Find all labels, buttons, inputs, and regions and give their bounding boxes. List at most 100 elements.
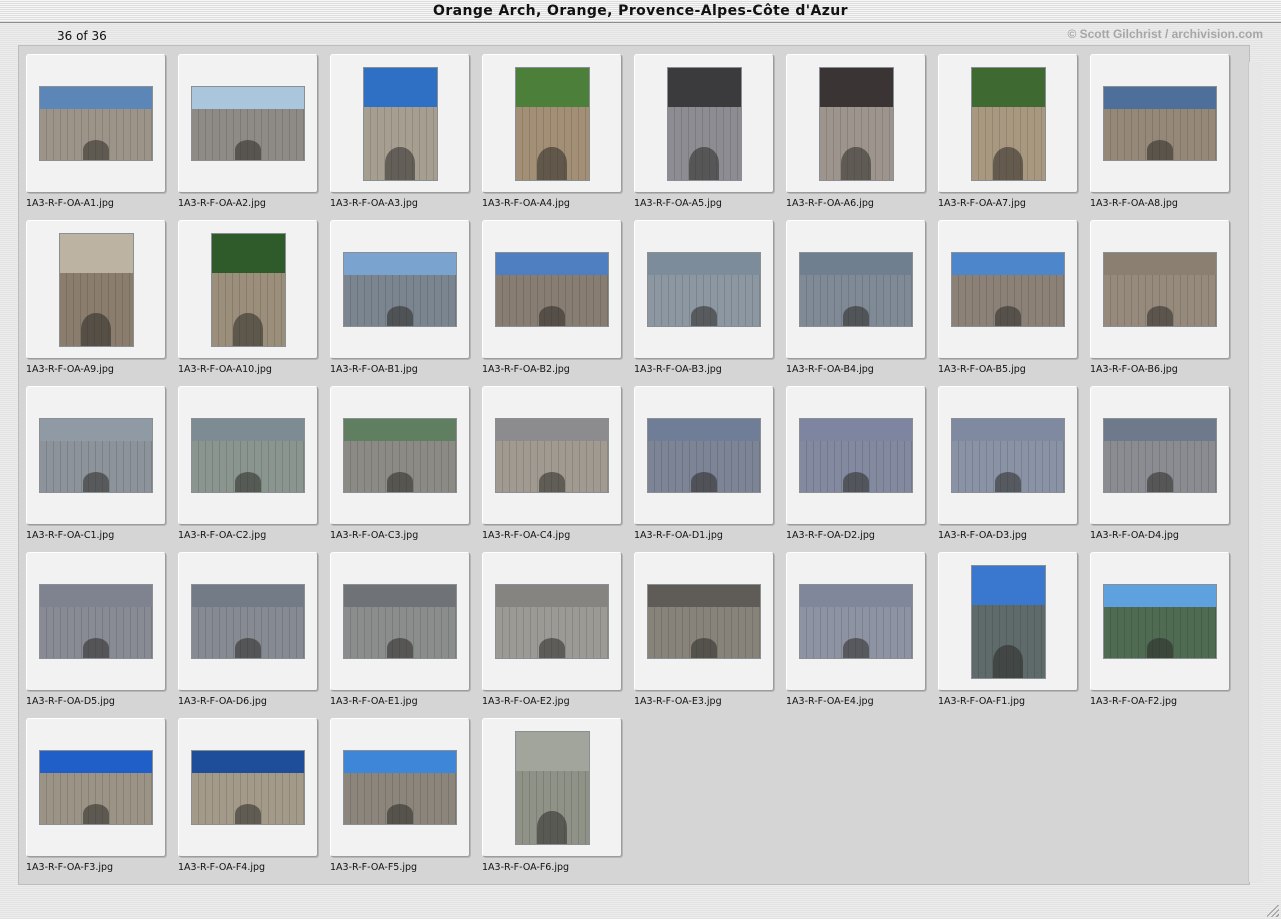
thumbnail-frame[interactable]	[482, 220, 622, 359]
thumbnail-frame[interactable]	[26, 552, 166, 691]
thumbnail-frame[interactable]	[1090, 386, 1230, 525]
thumbnail-image[interactable]	[191, 86, 305, 161]
thumbnail-frame[interactable]	[26, 54, 166, 193]
thumbnail-item[interactable]: 1A3-R-F-OA-F5.jpg	[330, 718, 482, 884]
thumbnail-item[interactable]: 1A3-R-F-OA-B4.jpg	[786, 220, 938, 386]
thumbnail-frame[interactable]	[482, 386, 622, 525]
thumbnail-frame[interactable]	[938, 220, 1078, 359]
thumbnail-frame[interactable]	[1090, 220, 1230, 359]
thumbnail-frame[interactable]	[330, 220, 470, 359]
thumbnail-image[interactable]	[343, 584, 457, 659]
thumbnail-item[interactable]: 1A3-R-F-OA-D1.jpg	[634, 386, 786, 552]
thumbnail-image[interactable]	[39, 86, 153, 161]
thumbnail-item[interactable]: 1A3-R-F-OA-A1.jpg	[26, 54, 178, 220]
thumbnail-image[interactable]	[343, 750, 457, 825]
thumbnail-item[interactable]: 1A3-R-F-OA-D4.jpg	[1090, 386, 1242, 552]
thumbnail-image[interactable]	[647, 584, 761, 659]
thumbnail-image[interactable]	[191, 584, 305, 659]
thumbnail-item[interactable]: 1A3-R-F-OA-F3.jpg	[26, 718, 178, 884]
thumbnail-item[interactable]: 1A3-R-F-OA-B1.jpg	[330, 220, 482, 386]
thumbnail-image[interactable]	[1103, 252, 1217, 327]
thumbnail-frame[interactable]	[634, 552, 774, 691]
thumbnail-item[interactable]: 1A3-R-F-OA-F1.jpg	[938, 552, 1090, 718]
thumbnail-image[interactable]	[343, 252, 457, 327]
thumbnail-image[interactable]	[39, 418, 153, 493]
thumbnail-image[interactable]	[799, 252, 913, 327]
thumbnail-frame[interactable]	[634, 386, 774, 525]
thumbnail-image[interactable]	[799, 418, 913, 493]
thumbnail-frame[interactable]	[786, 386, 926, 525]
thumbnail-item[interactable]: 1A3-R-F-OA-D2.jpg	[786, 386, 938, 552]
thumbnail-frame[interactable]	[330, 386, 470, 525]
thumbnail-frame[interactable]	[178, 386, 318, 525]
thumbnail-frame[interactable]	[482, 718, 622, 857]
thumbnail-image[interactable]	[514, 66, 590, 181]
thumbnail-frame[interactable]	[26, 386, 166, 525]
thumbnail-item[interactable]: 1A3-R-F-OA-A9.jpg	[26, 220, 178, 386]
thumbnail-item[interactable]: 1A3-R-F-OA-A7.jpg	[938, 54, 1090, 220]
thumbnail-frame[interactable]	[178, 220, 318, 359]
thumbnail-item[interactable]: 1A3-R-F-OA-C2.jpg	[178, 386, 330, 552]
thumbnail-image[interactable]	[970, 564, 1046, 679]
thumbnail-item[interactable]: 1A3-R-F-OA-A10.jpg	[178, 220, 330, 386]
thumbnail-item[interactable]: 1A3-R-F-OA-C3.jpg	[330, 386, 482, 552]
thumbnail-item[interactable]: 1A3-R-F-OA-E4.jpg	[786, 552, 938, 718]
thumbnail-image[interactable]	[1103, 418, 1217, 493]
thumbnail-item[interactable]: 1A3-R-F-OA-E2.jpg	[482, 552, 634, 718]
title-bar[interactable]: Orange Arch, Orange, Provence-Alpes-Côte…	[0, 0, 1281, 23]
thumbnail-frame[interactable]	[26, 718, 166, 857]
thumbnail-frame[interactable]	[1090, 552, 1230, 691]
thumbnail-image[interactable]	[514, 730, 590, 845]
thumbnail-item[interactable]: 1A3-R-F-OA-A2.jpg	[178, 54, 330, 220]
thumbnail-frame[interactable]	[938, 552, 1078, 691]
thumbnail-item[interactable]: 1A3-R-F-OA-F4.jpg	[178, 718, 330, 884]
thumbnail-image[interactable]	[799, 584, 913, 659]
thumbnail-image[interactable]	[191, 418, 305, 493]
thumbnail-image[interactable]	[1103, 584, 1217, 659]
thumbnail-image[interactable]	[647, 252, 761, 327]
thumbnail-image[interactable]	[495, 584, 609, 659]
thumbnail-image[interactable]	[39, 584, 153, 659]
thumbnail-item[interactable]: 1A3-R-F-OA-A5.jpg	[634, 54, 786, 220]
thumbnail-item[interactable]: 1A3-R-F-OA-A8.jpg	[1090, 54, 1242, 220]
thumbnail-image[interactable]	[210, 232, 286, 347]
thumbnail-frame[interactable]	[786, 220, 926, 359]
thumbnail-item[interactable]: 1A3-R-F-OA-E1.jpg	[330, 552, 482, 718]
thumbnail-image[interactable]	[58, 232, 134, 347]
thumbnail-item[interactable]: 1A3-R-F-OA-F6.jpg	[482, 718, 634, 884]
thumbnail-frame[interactable]	[786, 54, 926, 193]
thumbnail-frame[interactable]	[634, 220, 774, 359]
thumbnail-item[interactable]: 1A3-R-F-OA-A6.jpg	[786, 54, 938, 220]
thumbnail-frame[interactable]	[330, 54, 470, 193]
thumbnail-item[interactable]: 1A3-R-F-OA-B5.jpg	[938, 220, 1090, 386]
vertical-scrollbar[interactable]	[1248, 62, 1262, 882]
thumbnail-item[interactable]: 1A3-R-F-OA-B6.jpg	[1090, 220, 1242, 386]
thumbnail-frame[interactable]	[634, 54, 774, 193]
thumbnail-frame[interactable]	[1090, 54, 1230, 193]
thumbnail-frame[interactable]	[938, 386, 1078, 525]
thumbnail-frame[interactable]	[26, 220, 166, 359]
thumbnail-image[interactable]	[39, 750, 153, 825]
thumbnail-item[interactable]: 1A3-R-F-OA-D6.jpg	[178, 552, 330, 718]
thumbnail-image[interactable]	[970, 66, 1046, 181]
thumbnail-image[interactable]	[1103, 86, 1217, 161]
thumbnail-item[interactable]: 1A3-R-F-OA-A3.jpg	[330, 54, 482, 220]
thumbnail-frame[interactable]	[482, 552, 622, 691]
thumbnail-frame[interactable]	[178, 552, 318, 691]
thumbnail-item[interactable]: 1A3-R-F-OA-B2.jpg	[482, 220, 634, 386]
thumbnail-item[interactable]: 1A3-R-F-OA-D3.jpg	[938, 386, 1090, 552]
thumbnail-frame[interactable]	[330, 718, 470, 857]
thumbnail-item[interactable]: 1A3-R-F-OA-E3.jpg	[634, 552, 786, 718]
thumbnail-item[interactable]: 1A3-R-F-OA-F2.jpg	[1090, 552, 1242, 718]
thumbnail-frame[interactable]	[330, 552, 470, 691]
thumbnail-frame[interactable]	[786, 552, 926, 691]
thumbnail-image[interactable]	[818, 66, 894, 181]
thumbnail-frame[interactable]	[178, 718, 318, 857]
thumbnail-image[interactable]	[495, 252, 609, 327]
thumbnail-item[interactable]: 1A3-R-F-OA-D5.jpg	[26, 552, 178, 718]
thumbnail-item[interactable]: 1A3-R-F-OA-C4.jpg	[482, 386, 634, 552]
thumbnail-item[interactable]: 1A3-R-F-OA-C1.jpg	[26, 386, 178, 552]
thumbnail-image[interactable]	[951, 418, 1065, 493]
thumbnail-image[interactable]	[191, 750, 305, 825]
thumbnail-image[interactable]	[362, 66, 438, 181]
